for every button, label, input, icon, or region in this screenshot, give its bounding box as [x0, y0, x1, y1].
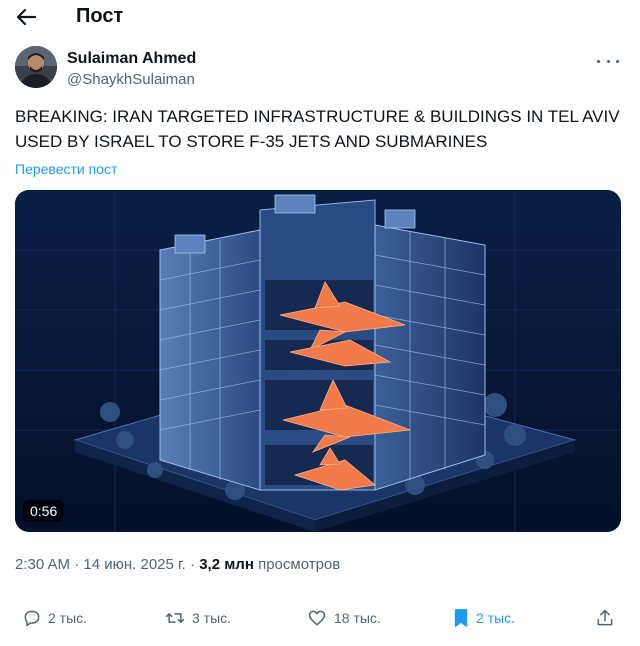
more-dot-icon: [616, 59, 619, 63]
repost-button[interactable]: 3 тыс.: [164, 606, 231, 630]
author-handle[interactable]: @ShaykhSulaiman: [67, 71, 195, 88]
share-button[interactable]: [595, 606, 615, 630]
share-icon: [597, 609, 613, 626]
more-options-button[interactable]: [597, 54, 619, 68]
video-duration-badge: 0:56: [23, 500, 65, 522]
meta-separator: ·: [74, 556, 80, 573]
repost-count: 3 тыс.: [192, 610, 232, 626]
post-actions-bar: 2 тыс. 3 тыс. 18 тыс. 2 тыс.: [0, 600, 640, 636]
back-button[interactable]: [14, 6, 38, 28]
author-name[interactable]: Sulaiman Ahmed: [67, 50, 196, 68]
post-author: Sulaiman Ahmed @ShaykhSulaiman: [15, 46, 625, 94]
views-count: 3,2 млн: [199, 556, 254, 573]
views-label: просмотров: [258, 556, 341, 573]
translate-post-link[interactable]: Перевести пост: [15, 161, 117, 177]
post-text: BREAKING: IRAN TARGETED INFRASTRUCTURE &…: [15, 107, 620, 151]
page-title: Пост: [76, 5, 124, 27]
arrow-left-icon: [16, 8, 37, 26]
avatar-image: [15, 46, 57, 88]
reply-icon: [24, 610, 40, 627]
heart-icon: [308, 610, 326, 626]
bookmark-count: 2 тыс.: [476, 610, 516, 626]
post-time[interactable]: 2:30 AM: [15, 556, 70, 573]
avatar[interactable]: [15, 46, 57, 88]
reply-count: 2 тыс.: [48, 610, 88, 626]
top-bar: Пост: [0, 0, 640, 36]
video-thumbnail: [15, 190, 621, 532]
post-meta: 2:30 AM · 14 июн. 2025 г. · 3,2 млн прос…: [15, 556, 340, 573]
reply-button[interactable]: 2 тыс.: [22, 606, 87, 630]
meta-separator: ·: [190, 556, 196, 573]
like-button[interactable]: 18 тыс.: [306, 606, 381, 630]
more-dot-icon: [606, 59, 610, 63]
post-date[interactable]: 14 июн. 2025 г.: [83, 556, 185, 573]
repost-icon: [165, 613, 185, 623]
like-count: 18 тыс.: [334, 610, 381, 626]
more-dot-icon: [597, 59, 600, 63]
bookmark-icon: [454, 609, 468, 627]
bookmark-button[interactable]: 2 тыс.: [452, 606, 515, 630]
video-player[interactable]: 0:56: [15, 190, 621, 532]
